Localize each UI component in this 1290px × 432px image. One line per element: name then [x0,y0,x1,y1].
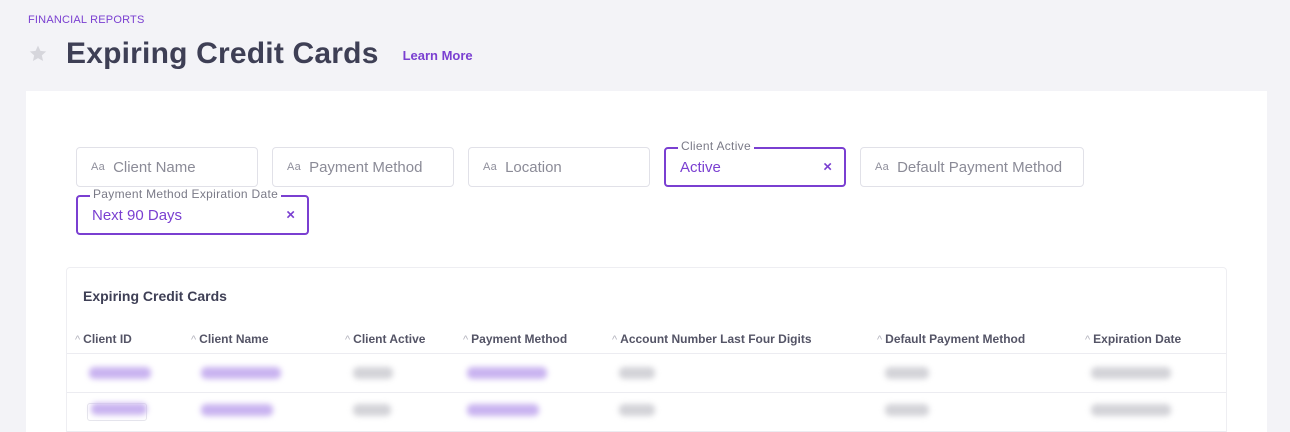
redacted-cell [201,367,281,379]
default-payment-method-placeholder: Default Payment Method [897,158,1063,176]
star-icon[interactable] [26,42,50,66]
table-title: Expiring Credit Cards [83,288,227,304]
close-icon[interactable]: × [823,159,832,176]
column-header-client-id[interactable]: ^ Client ID [75,332,132,346]
sort-icon: ^ [463,334,469,346]
learn-more-link[interactable]: Learn More [403,48,473,63]
column-header-account-last-four[interactable]: ^ Account Number Last Four Digits [612,332,812,346]
location-filter[interactable]: Aa Location [468,147,650,187]
expiration-date-value: Next 90 Days [92,206,183,224]
column-header-default-payment-method[interactable]: ^ Default Payment Method [877,332,1025,346]
breadcrumb[interactable]: FINANCIAL REPORTS [28,14,144,26]
expiring-cards-table: Expiring Credit Cards ^ Client ID ^ Client… [66,267,1227,432]
report-panel: Aa Client Name Aa Payment Method Aa Loca… [26,91,1267,432]
column-header-expiration-date[interactable]: ^ Expiration Date [1085,332,1181,346]
redacted-cell [353,404,391,416]
table-row[interactable] [67,354,1226,392]
sort-icon: ^ [877,334,883,346]
text-type-icon: Aa [287,161,302,173]
redacted-cell [353,367,393,379]
column-header-payment-method[interactable]: ^ Payment Method [463,332,567,346]
text-type-icon: Aa [875,161,890,173]
payment-method-placeholder: Payment Method [309,158,423,176]
redacted-cell [91,403,147,415]
text-type-icon: Aa [91,161,106,173]
expiration-date-filter[interactable]: Payment Method Expiration Date Next 90 D… [76,187,309,235]
client-name-filter[interactable]: Aa Client Name [76,147,258,187]
column-header-client-name[interactable]: ^ Client Name [191,332,269,346]
column-header-client-active[interactable]: ^ Client Active [345,332,425,346]
default-payment-method-filter[interactable]: Aa Default Payment Method [860,147,1084,187]
table-row[interactable] [67,393,1226,431]
redacted-cell [89,367,151,379]
client-active-label: Client Active [678,139,754,153]
payment-method-filter[interactable]: Aa Payment Method [272,147,454,187]
redacted-cell [467,404,539,416]
redacted-cell [885,404,929,416]
client-active-value: Active [680,158,721,176]
text-type-icon: Aa [483,161,498,173]
title-row: Expiring Credit Cards Learn More [26,36,473,72]
location-placeholder: Location [505,158,562,176]
redacted-cell [1091,367,1171,379]
sort-icon: ^ [191,334,197,346]
close-icon[interactable]: × [286,207,295,224]
redacted-cell [619,367,655,379]
expiration-date-label: Payment Method Expiration Date [90,187,282,201]
redacted-cell [201,404,273,416]
sort-icon: ^ [75,334,81,346]
redacted-cell [619,404,655,416]
sort-icon: ^ [612,334,618,346]
redacted-cell [1091,404,1171,416]
redacted-cell [467,367,547,379]
client-active-filter[interactable]: Client Active Active × [664,139,846,187]
client-name-placeholder: Client Name [113,158,196,176]
sort-icon: ^ [1085,334,1091,346]
page-title: Expiring Credit Cards [66,37,379,70]
redacted-cell [885,367,929,379]
sort-icon: ^ [345,334,351,346]
